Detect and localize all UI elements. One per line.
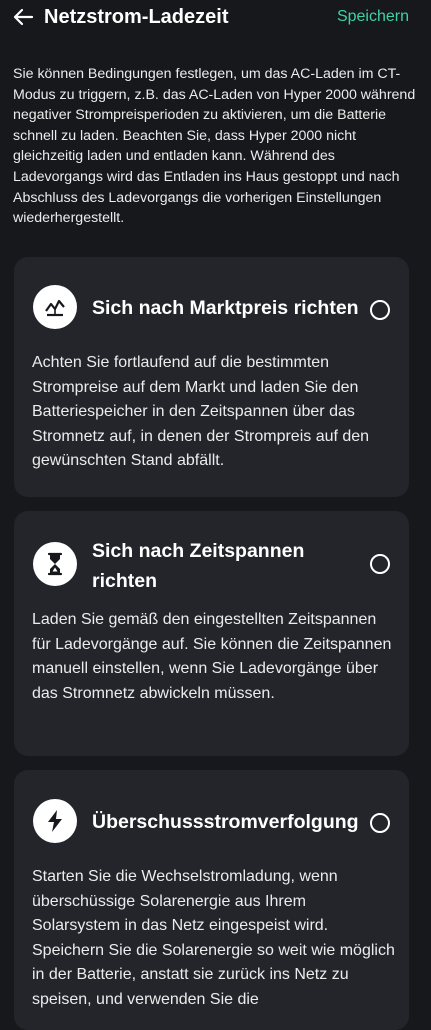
save-button[interactable]: Speichern [337,7,409,27]
option-card-surplus-tracking[interactable]: Überschussstromverfolgung Starten Sie di… [14,770,409,1030]
page-title: Netzstrom-Ladezeit [44,6,229,28]
radio-time-periods[interactable] [370,554,390,574]
lightning-icon [33,799,77,843]
back-arrow-icon[interactable] [10,4,36,30]
top-bar: Netzstrom-Ladezeit Speichern [0,0,431,36]
market-price-icon [33,285,77,329]
option-card-time-periods[interactable]: Sich nach Zeitspannen richten Laden Sie … [14,511,409,756]
option-card-market-price[interactable]: Sich nach Marktpreis richten Achten Sie … [14,257,409,497]
hourglass-icon [33,542,77,586]
option-title-market-price: Sich nach Marktpreis richten [92,297,359,319]
radio-market-price[interactable] [370,300,390,320]
radio-surplus-tracking[interactable] [370,813,390,833]
option-title-time-periods: Sich nach Zeitspannen richten [92,540,305,592]
intro-text: Sie können Bedingungen festlegen, um das… [13,66,416,227]
option-description-time-periods: Laden Sie gemäß den eingestellten Zeitsp… [32,611,392,702]
option-description-surplus-tracking: Starten Sie die Wechselstromladung, wenn… [32,868,395,1008]
option-description-market-price: Achten Sie fortlaufend auf die bestimmte… [32,354,370,469]
option-title-surplus-tracking: Überschussstromverfolgung [92,811,359,833]
